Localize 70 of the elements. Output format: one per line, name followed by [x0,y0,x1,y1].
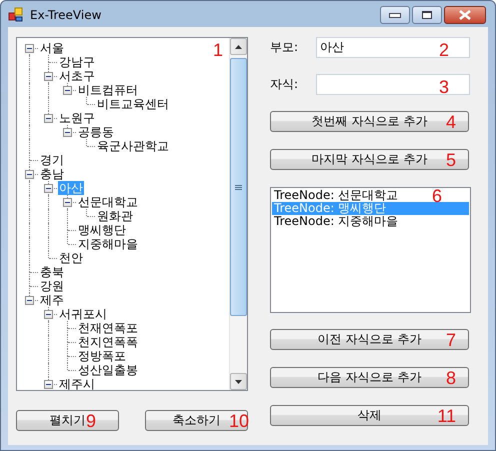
collapse-icon[interactable] [63,86,72,95]
close-button[interactable] [444,6,486,24]
push-button[interactable]: 마지막 자식으로 추가 5 [270,149,469,170]
annotation-number: 10 [228,412,249,430]
tree-node[interactable]: 맹씨행단 [77,223,127,237]
minimize-button[interactable] [380,6,410,24]
field-label: 부모: [270,39,300,56]
collapse-icon[interactable] [44,184,53,193]
tree-node[interactable]: 선문대학교 [77,195,139,209]
tree-node[interactable]: 정방폭포 [77,349,127,363]
app-icon [8,7,24,23]
collapse-icon[interactable] [44,72,53,81]
annotation-number: 3 [438,78,449,96]
tree-node[interactable]: 충북 [39,265,65,279]
collapse-icon[interactable] [44,310,53,319]
tree-node[interactable]: 지중해마을 [77,237,139,251]
tree-node[interactable]: 제주시 [58,377,96,390]
tree-node[interactable]: 천재연폭포 [77,321,139,335]
collapse-icon[interactable] [63,198,72,207]
window-title: Ex-TreeView [30,8,102,22]
tree-node[interactable]: 비트교육센터 [96,97,170,111]
down-arrow-icon [235,380,242,384]
annotation-number: 5 [446,151,456,169]
list-item[interactable]: TreeNode: 지중해마을 [272,215,398,228]
annotation-number: 6 [432,187,442,205]
scrollbar[interactable] [229,38,247,390]
annotation-number: 7 [446,331,456,349]
tree-node[interactable]: 천지연폭폭 [77,335,139,349]
up-arrow-icon [235,44,242,48]
collapse-icon[interactable] [25,44,34,53]
push-button[interactable]: 첫번째 자식으로 추가 4 [270,111,469,132]
tree-node[interactable]: 충남 [39,167,65,181]
tree-node[interactable]: 강원 [39,279,65,293]
annotation-number: 9 [86,412,96,430]
delete-button[interactable]: 삭제 11 [270,405,469,426]
tree-node[interactable]: 원화관 [96,209,134,223]
push-button[interactable]: 이전 자식으로 추가 7 [270,329,469,350]
annotation-number: 1 [212,41,223,59]
tree-node[interactable]: 공릉동 [77,125,115,139]
collapse-icon[interactable] [44,380,53,389]
tree-node[interactable]: 강남구 [58,55,96,69]
tree-node[interactable]: 제주 [39,293,65,307]
push-button[interactable]: 축소하기 10 [145,410,248,431]
scroll-thumb[interactable] [230,58,247,316]
text-field[interactable]: 3 [316,74,470,95]
text-field[interactable]: 아산 2 [316,37,470,58]
field-label: 자식: [270,76,300,93]
list-item[interactable]: TreeNode: 선문대학교 [272,189,398,202]
annotation-number: 4 [446,113,456,131]
close-icon [459,10,471,20]
tree-node[interactable]: 서귀포시 [58,307,108,321]
tree-node[interactable]: 서초구 [58,69,96,83]
collapse-icon[interactable] [63,128,72,137]
tree-node[interactable]: 서울 [39,41,65,55]
annotation-number: 11 [437,407,456,425]
annotation-number: 2 [438,41,449,59]
tree-node[interactable]: 천안 [58,251,84,265]
tree-node[interactable]: 노원구 [58,111,96,125]
collapse-icon[interactable] [25,170,34,179]
scroll-down-button[interactable] [230,373,247,390]
maximize-button[interactable] [412,6,442,24]
collapse-icon[interactable] [25,296,34,305]
tree-node[interactable]: 성산일출봉 [77,363,139,377]
tree-node[interactable]: 경기 [39,153,65,167]
collapse-icon[interactable] [44,114,53,123]
annotation-number: 8 [446,369,456,387]
push-button[interactable]: 다음 자식으로 추가 8 [270,367,469,388]
tree-node[interactable]: 비트컴퓨터 [77,83,139,97]
scroll-up-button[interactable] [230,38,247,55]
tree-node[interactable]: 육군사관학교 [96,139,170,153]
